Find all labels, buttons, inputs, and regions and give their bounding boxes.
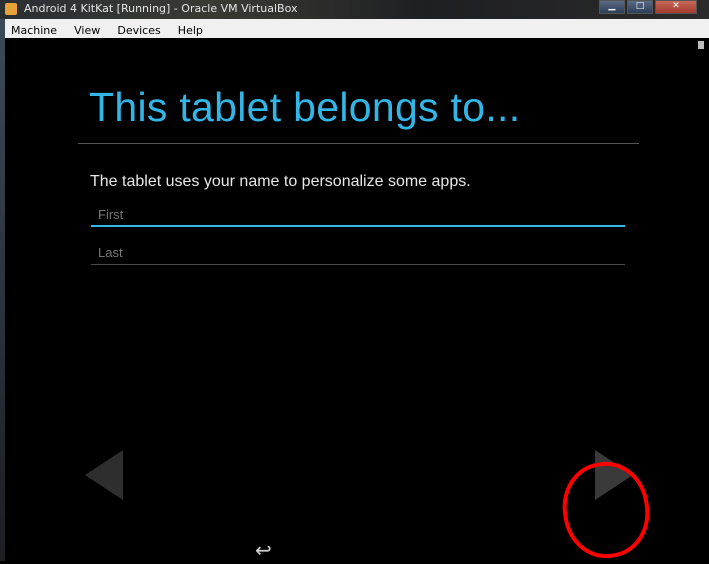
menu-bar: Machine View Devices Help (5, 19, 709, 39)
title-divider (78, 143, 639, 144)
android-screen: This tablet belongs to... The tablet use… (5, 38, 709, 564)
page-title: This tablet belongs to... (89, 84, 521, 130)
arrow-left-icon[interactable] (85, 450, 123, 500)
first-name-underline (91, 225, 625, 227)
first-name-placeholder: First (98, 207, 124, 222)
last-name-field[interactable]: Last (91, 243, 625, 265)
page-description: The tablet uses your name to personalize… (90, 173, 471, 190)
last-name-underline (91, 264, 625, 265)
back-icon[interactable]: ↩ (255, 538, 272, 562)
window-titlebar: Android 4 KitKat [Running] - Oracle VM V… (0, 0, 709, 19)
window-controls: ▁ □ ✕ (599, 0, 697, 14)
first-name-field[interactable]: First (91, 205, 625, 227)
minimize-button[interactable]: ▁ (599, 0, 625, 14)
last-name-placeholder: Last (98, 245, 123, 260)
close-button[interactable]: ✕ (655, 0, 697, 14)
virtualbox-app-icon (5, 3, 17, 15)
maximize-button[interactable]: □ (627, 0, 653, 14)
battery-icon (698, 41, 704, 49)
red-annotation-circle (556, 456, 656, 564)
window-title: Android 4 KitKat [Running] - Oracle VM V… (24, 2, 298, 15)
